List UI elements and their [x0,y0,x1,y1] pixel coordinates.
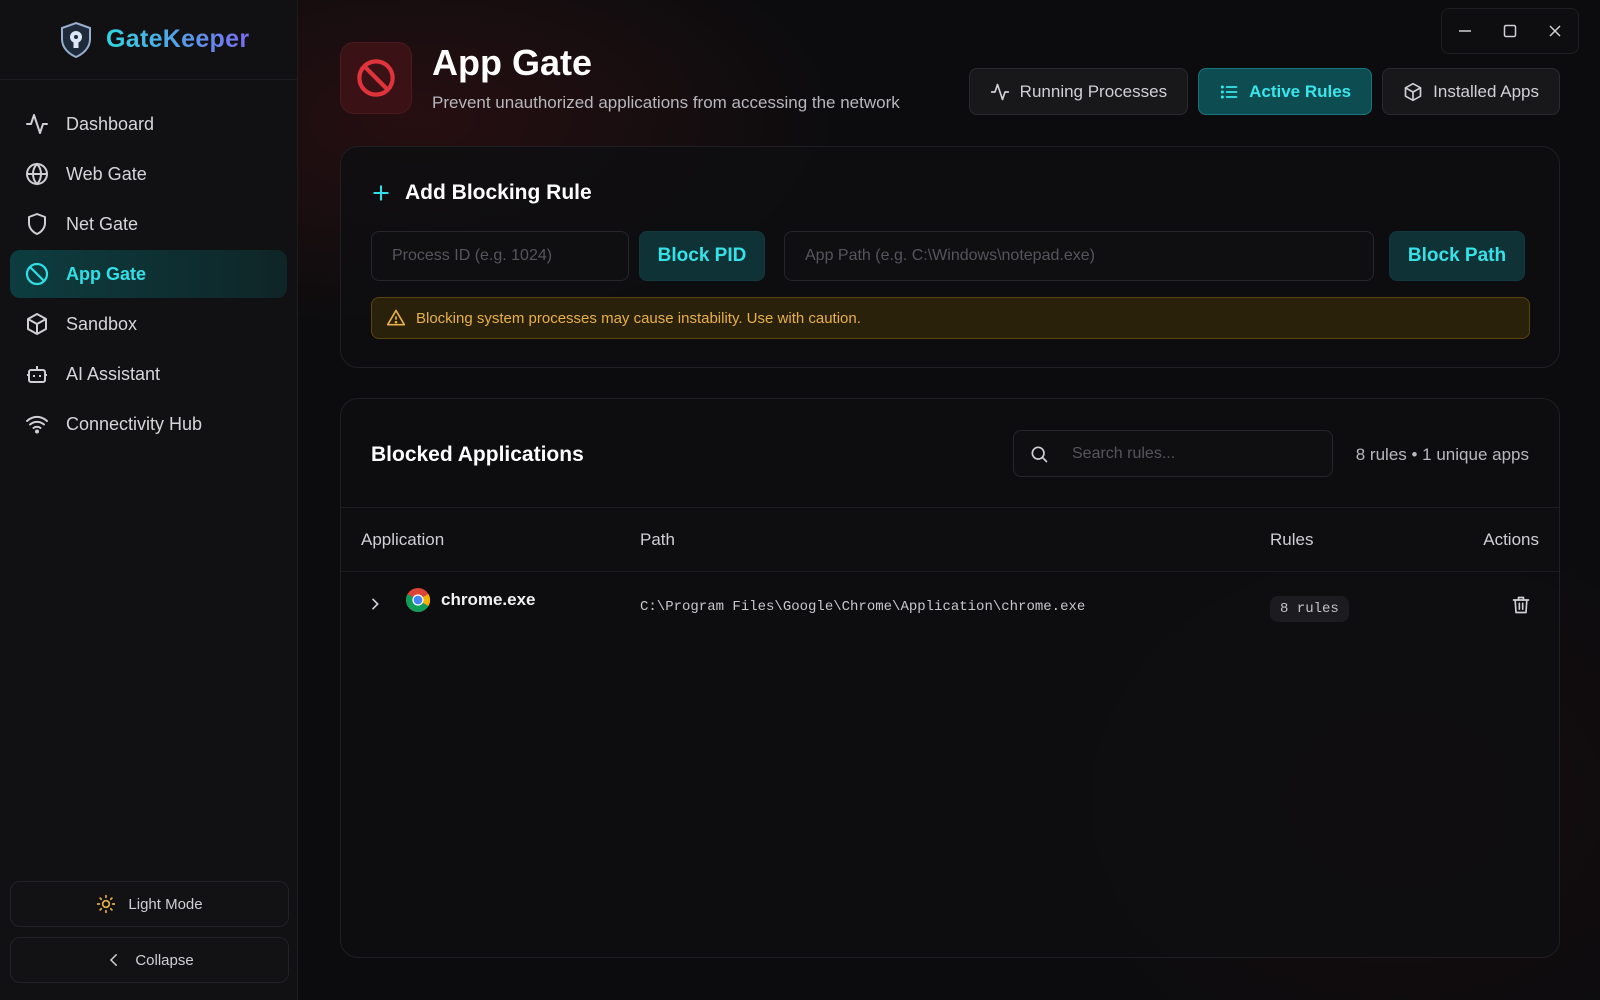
rules-count-badge: 8 rules [1270,596,1349,622]
warning-triangle-icon [386,308,406,328]
app-path-text: C:\Program Files\Google\Chrome\Applicati… [640,599,1086,615]
wifi-icon [24,411,50,437]
ban-icon [24,261,50,287]
main-content: App Gate Prevent unauthorized applicatio… [298,0,1600,1000]
sidebar-item-label: Connectivity Hub [66,413,203,434]
table-header: Application Path Rules Actions [341,508,1559,572]
sidebar-item-label: Web Gate [66,163,147,184]
brand-name: GateKeeper [106,25,250,53]
chrome-icon [406,588,431,613]
sidebar-item-ai-assistant[interactable]: AI Assistant [10,350,287,398]
minimize-icon[interactable] [1450,16,1480,46]
app-window: GateKeeper Dashboard Web Gate Net Gate A… [0,0,1600,1000]
column-header-actions: Actions [1483,530,1539,549]
robot-icon [24,361,50,387]
search-icon [1014,444,1064,464]
view-tabs: Running Processes Active Rules Installed… [968,68,1560,115]
sidebar-item-connectivity-hub[interactable]: Connectivity Hub [10,400,287,448]
brand: GateKeeper [0,0,297,80]
rules-count-text: 8 rules [1270,596,1349,622]
tab-label: Running Processes [1019,81,1168,101]
chevron-left-icon [105,951,123,969]
application-cell: chrome.exe [405,587,536,613]
sidebar-nav: Dashboard Web Gate Net Gate App Gate San… [0,80,297,448]
page-title: App Gate [432,42,593,83]
table-row[interactable]: chrome.exe C:\Program Files\Google\Chrom… [341,574,1559,642]
activity-icon [24,111,50,137]
sidebar-item-dashboard[interactable]: Dashboard [10,100,287,148]
list-icon [1219,82,1239,102]
shield-icon [24,211,50,237]
delete-rule-button[interactable] [1511,595,1531,620]
collapse-button[interactable]: Collapse [10,937,289,983]
page-subtitle: Prevent unauthorized applications from a… [432,93,900,112]
expand-chevron-icon[interactable] [367,596,383,617]
package-icon [1403,82,1423,102]
blocked-applications-card: Blocked Applications 8 rules • 1 unique … [340,398,1560,958]
sidebar-item-label: Net Gate [66,213,139,234]
blocked-apps-title: Blocked Applications [371,443,584,466]
light-mode-label: Light Mode [128,895,203,913]
maximize-icon[interactable] [1495,16,1525,46]
caution-banner: Blocking system processes may cause inst… [371,297,1530,339]
sidebar: GateKeeper Dashboard Web Gate Net Gate A… [0,0,298,1000]
plus-icon [371,183,391,203]
rules-summary: 8 rules • 1 unique apps [1355,445,1529,464]
block-path-button[interactable]: Block Path [1389,231,1525,281]
process-id-input[interactable] [371,231,629,281]
block-pid-button[interactable]: Block PID [639,231,765,281]
sidebar-item-app-gate[interactable]: App Gate [10,250,287,298]
sidebar-item-label: Dashboard [66,113,155,134]
sidebar-item-label: AI Assistant [66,363,161,384]
tab-running-processes[interactable]: Running Processes [968,68,1189,115]
sidebar-item-sandbox[interactable]: Sandbox [10,300,287,348]
activity-icon [990,82,1010,102]
tab-installed-apps[interactable]: Installed Apps [1382,68,1560,115]
app-path-input[interactable] [784,231,1374,281]
search-rules-input[interactable] [1064,444,1314,463]
column-header-rules: Rules [1270,530,1314,549]
window-controls [1441,8,1579,54]
light-mode-toggle[interactable]: Light Mode [10,881,289,927]
close-icon[interactable] [1540,16,1570,46]
app-name-text: chrome.exe [441,590,536,609]
box-icon [24,311,50,337]
trash-icon [1512,596,1530,614]
column-header-application: Application [361,530,445,549]
collapse-label: Collapse [135,951,194,969]
tab-active-rules[interactable]: Active Rules [1198,68,1373,115]
caution-text: Blocking system processes may cause inst… [416,309,861,327]
sidebar-item-label: Sandbox [66,313,138,334]
column-header-path: Path [640,530,675,549]
add-rule-title: Add Blocking Rule [405,181,592,204]
app-gate-header-icon [340,42,412,114]
sun-icon [96,894,116,914]
sidebar-item-net-gate[interactable]: Net Gate [10,200,287,248]
globe-icon [24,161,50,187]
add-blocking-rule-card: Add Blocking Rule Block PID Block Path B… [340,146,1560,368]
tab-label: Installed Apps [1433,81,1539,101]
sidebar-item-label: App Gate [66,263,147,284]
sidebar-item-web-gate[interactable]: Web Gate [10,150,287,198]
tab-label: Active Rules [1249,81,1352,101]
gatekeeper-logo-icon [61,21,91,58]
add-rule-heading: Add Blocking Rule [371,181,592,205]
search-rules-box [1013,430,1333,477]
